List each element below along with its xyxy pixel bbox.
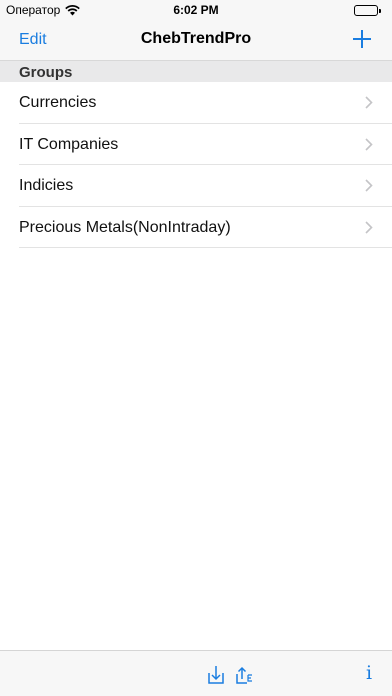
info-button[interactable]: i xyxy=(366,662,378,684)
chevron-right-icon xyxy=(365,220,373,239)
chevron-right-icon xyxy=(365,137,373,156)
list-item-indicies[interactable]: Indicies xyxy=(0,165,392,207)
import-button[interactable] xyxy=(206,664,226,686)
page-title: ChebTrendPro xyxy=(140,30,252,47)
chevron-right-icon xyxy=(365,96,373,114)
battery-icon xyxy=(354,5,381,16)
chevron-right-icon xyxy=(365,179,373,197)
section-header-label: Groups xyxy=(19,64,73,81)
list-item-precious-metals[interactable]: Precious Metals(NonIntraday) xyxy=(0,207,392,248)
plus-icon xyxy=(353,30,371,48)
add-button[interactable] xyxy=(352,29,372,49)
bottom-toolbar: i xyxy=(0,650,392,696)
navigation-bar: Edit ChebTrendPro xyxy=(0,22,392,60)
download-icon xyxy=(208,666,224,684)
status-bar: Оператор 6:02 PM xyxy=(0,0,392,22)
list-item-label: IT Companies xyxy=(19,135,119,153)
section-header: Groups xyxy=(0,60,392,82)
clock: 6:02 PM xyxy=(173,3,219,17)
list-item-label: Indicies xyxy=(19,177,74,194)
groups-list: Currencies IT Companies Indicies Preciou… xyxy=(0,82,392,248)
list-item-currencies[interactable]: Currencies xyxy=(0,82,392,124)
export-button[interactable] xyxy=(234,664,254,686)
list-item-label: Currencies xyxy=(19,94,97,111)
list-item-label: Precious Metals(NonIntraday) xyxy=(19,218,231,236)
list-item-it-companies[interactable]: IT Companies xyxy=(0,124,392,165)
export-icon xyxy=(236,666,252,684)
